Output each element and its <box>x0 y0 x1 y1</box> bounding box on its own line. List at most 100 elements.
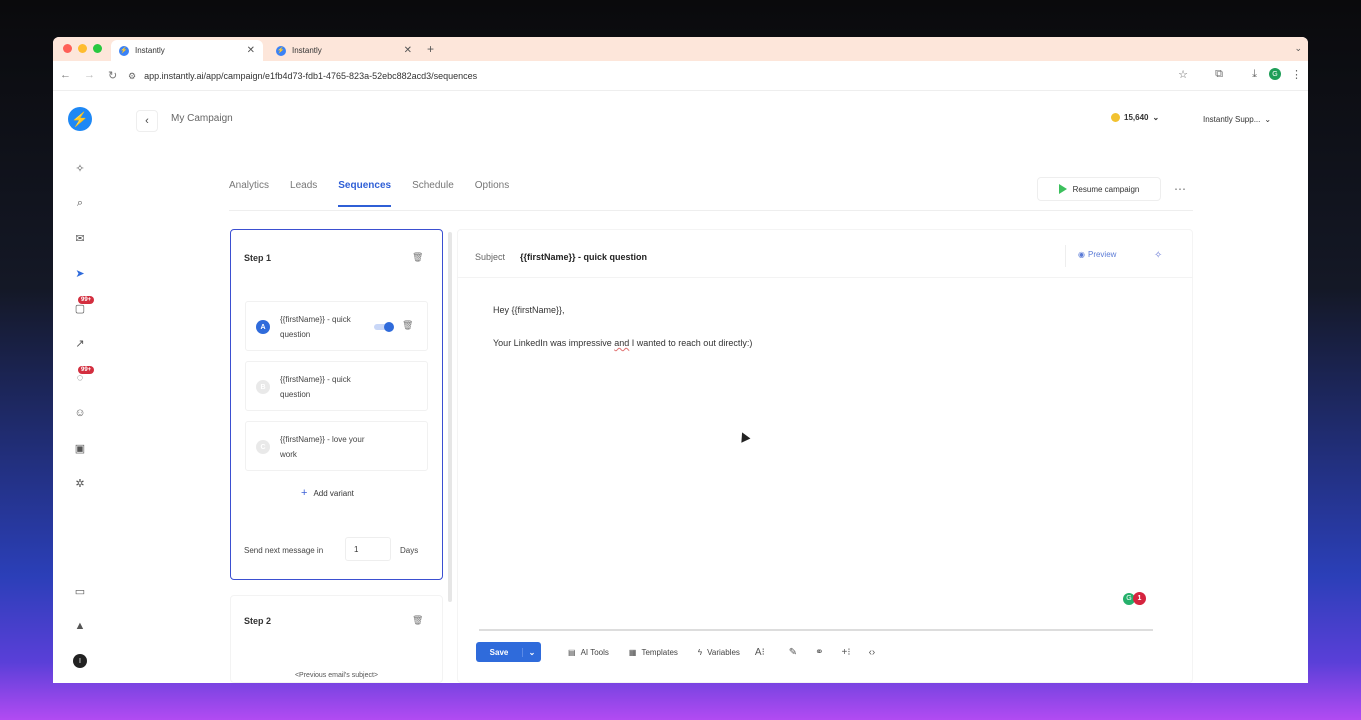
templates-label: Templates <box>641 647 678 657</box>
workspace-selector[interactable]: Instantly Supp... ⌄ <box>1193 109 1293 129</box>
preview-button[interactable]: ◉ Preview <box>1078 250 1116 259</box>
ai-sparkle-icon[interactable]: ✧ <box>1154 250 1162 261</box>
variant-subject: {{firstName}} - quick question <box>280 315 351 339</box>
save-button[interactable]: Save ⌄ <box>476 642 541 662</box>
editor-toolbar: Save ⌄ ▤ AI Tools ▦ Templates ϟ Variable… <box>476 642 875 662</box>
back-button[interactable]: ‹ <box>136 110 158 132</box>
window-controls <box>63 44 102 53</box>
variables-button[interactable]: ϟ Variables <box>698 648 740 657</box>
instantly-logo-icon[interactable]: ⚡ <box>68 107 92 131</box>
grammarly-widget[interactable]: G 1 <box>1123 592 1146 605</box>
close-tab-icon[interactable]: ✕ <box>404 45 412 56</box>
trash-icon[interactable]: 🗑 <box>402 320 413 331</box>
bookmark-star-icon[interactable]: ☆ <box>1178 68 1188 81</box>
zoom-window-button[interactable] <box>93 44 102 53</box>
tablet-icon[interactable]: ▣ <box>73 441 87 455</box>
editor-scrollbar[interactable] <box>479 629 1153 631</box>
tab-leads[interactable]: Leads <box>290 180 317 207</box>
email-body-line-2[interactable]: Your LinkedIn was impressive and I wante… <box>493 338 752 348</box>
templates-button[interactable]: ▦ Templates <box>629 648 678 657</box>
credits-indicator[interactable]: 15,640 ⌄ <box>1111 113 1159 122</box>
close-tab-icon[interactable]: ✕ <box>247 45 255 56</box>
browser-tab-title: Instantly <box>135 46 165 55</box>
robot-icon[interactable]: ☺ <box>73 406 87 420</box>
app-sidebar: ⚡ ✧ ⌕ ✉ ➤ ▢ 99+ ↗ ◌ 99+ ☺ ▣ ✲ ▭ ▲ I <box>53 91 107 683</box>
previous-subject-text: <Previous email's subject> <box>294 672 379 679</box>
steps-scrollbar[interactable] <box>448 232 452 602</box>
workspace-name: Instantly Supp... <box>1203 114 1261 124</box>
preview-label: Preview <box>1087 250 1117 259</box>
browser-menu-icon[interactable]: ⋮ <box>1291 68 1302 81</box>
search-icon[interactable]: ⌕ <box>73 196 87 210</box>
add-variant-button[interactable]: + Add variant <box>301 487 354 499</box>
close-window-button[interactable] <box>63 44 72 53</box>
instantly-favicon-icon: ⚡ <box>276 45 286 56</box>
variables-label: Variables <box>707 647 740 657</box>
notification-badge: 99+ <box>78 366 95 374</box>
chevron-left-icon: ‹ <box>145 115 149 127</box>
variant-c[interactable]: C {{firstName}} - love your work <box>245 421 428 471</box>
text-format-icon[interactable]: A⁝ <box>755 647 765 658</box>
mail-icon[interactable]: ✉ <box>73 231 87 245</box>
minimize-window-button[interactable] <box>78 44 87 53</box>
subject-divider <box>457 277 1193 278</box>
subject-input[interactable]: {{firstName}} - quick question <box>520 252 647 262</box>
step-title: Step 2 <box>244 616 272 626</box>
sparkle-icon[interactable]: ✧ <box>73 161 87 175</box>
code-icon[interactable]: ‹› <box>869 647 876 658</box>
send-next-label: Send next message in <box>244 546 324 555</box>
back-arrow-icon[interactable]: ← <box>60 69 71 81</box>
tab-analytics[interactable]: Analytics <box>229 180 269 207</box>
extensions-icon[interactable]: ⧉ <box>1215 68 1223 81</box>
send-icon[interactable]: ➤ <box>73 266 87 280</box>
tab-search-chevron-icon[interactable]: ⌄ <box>1294 43 1302 54</box>
chevron-down-icon[interactable]: ⌄ <box>522 647 541 657</box>
more-options-icon[interactable]: ⋯ <box>1170 177 1190 201</box>
tab-sequences[interactable]: Sequences <box>338 180 392 207</box>
variant-b[interactable]: B {{firstName}} - quick question <box>245 361 428 411</box>
support-chat-icon[interactable]: ▭ <box>73 584 87 598</box>
days-input[interactable]: 1 <box>345 537 391 561</box>
url-field[interactable]: ⚙ app.instantly.ai/app/campaign/e1fb4d73… <box>128 66 1188 86</box>
integrations-icon[interactable]: ✲ <box>73 476 87 490</box>
profile-avatar[interactable]: G <box>1269 68 1281 80</box>
credits-value: 15,640 <box>1124 113 1149 122</box>
forward-arrow-icon[interactable]: → <box>84 69 95 81</box>
tab-options[interactable]: Options <box>475 180 509 207</box>
download-icon[interactable]: ⤓ <box>1252 68 1257 81</box>
tab-schedule[interactable]: Schedule <box>412 180 454 207</box>
eye-icon: ◉ <box>1078 250 1085 259</box>
variant-a[interactable]: A {{firstName}} - quick question 🗑 <box>245 301 428 351</box>
step-card-2[interactable]: Step 2 🗑 <Previous email's subject> <box>230 595 443 683</box>
site-info-icon[interactable]: ⚙ <box>128 71 136 82</box>
grammarly-count: 1 <box>1133 592 1146 605</box>
variant-subject: {{firstName}} - quick question <box>280 375 351 399</box>
instantly-favicon-icon: ⚡ <box>119 45 129 56</box>
user-avatar[interactable]: I <box>73 654 87 668</box>
email-body-line-1[interactable]: Hey {{firstName}}, <box>493 305 565 315</box>
variant-toggle[interactable] <box>374 322 394 332</box>
resume-campaign-button[interactable]: Resume campaign <box>1037 177 1161 201</box>
play-icon <box>1058 184 1067 194</box>
analytics-icon[interactable]: ↗ <box>73 336 87 350</box>
step-card-1[interactable]: Step 1 🗑 A {{firstName}} - quick questio… <box>230 229 443 580</box>
paint-brush-icon[interactable]: ✎ <box>789 647 797 658</box>
link-icon[interactable]: ⚭ <box>815 647 823 658</box>
rocket-icon[interactable]: ▲ <box>73 619 87 633</box>
variant-letter: B <box>256 380 270 394</box>
browser-tab-1[interactable]: ⚡ Instantly ✕ <box>111 40 263 61</box>
new-tab-icon[interactable]: + <box>427 42 434 56</box>
body-text-segment: Your LinkedIn was impressive <box>493 338 615 348</box>
variant-subject: {{firstName}} - love your work <box>280 435 365 459</box>
reload-icon[interactable]: ↻ <box>108 69 117 82</box>
trash-icon[interactable]: 🗑 <box>412 615 423 626</box>
ai-tools-button[interactable]: ▤ AI Tools <box>568 648 609 657</box>
save-label: Save <box>489 647 509 657</box>
notification-badge: 99+ <box>78 296 95 304</box>
browser-tab-2[interactable]: ⚡ Instantly ✕ <box>268 40 420 61</box>
add-variant-label: Add variant <box>313 488 354 498</box>
browser-window: ⚡ Instantly ✕ ⚡ Instantly ✕ + ⌄ ← → ↻ ⚙ … <box>53 37 1308 683</box>
trash-icon[interactable]: 🗑 <box>412 252 423 263</box>
campaign-tabs: Analytics Leads Sequences Schedule Optio… <box>229 180 530 207</box>
insert-icon[interactable]: +⁝ <box>842 647 851 658</box>
